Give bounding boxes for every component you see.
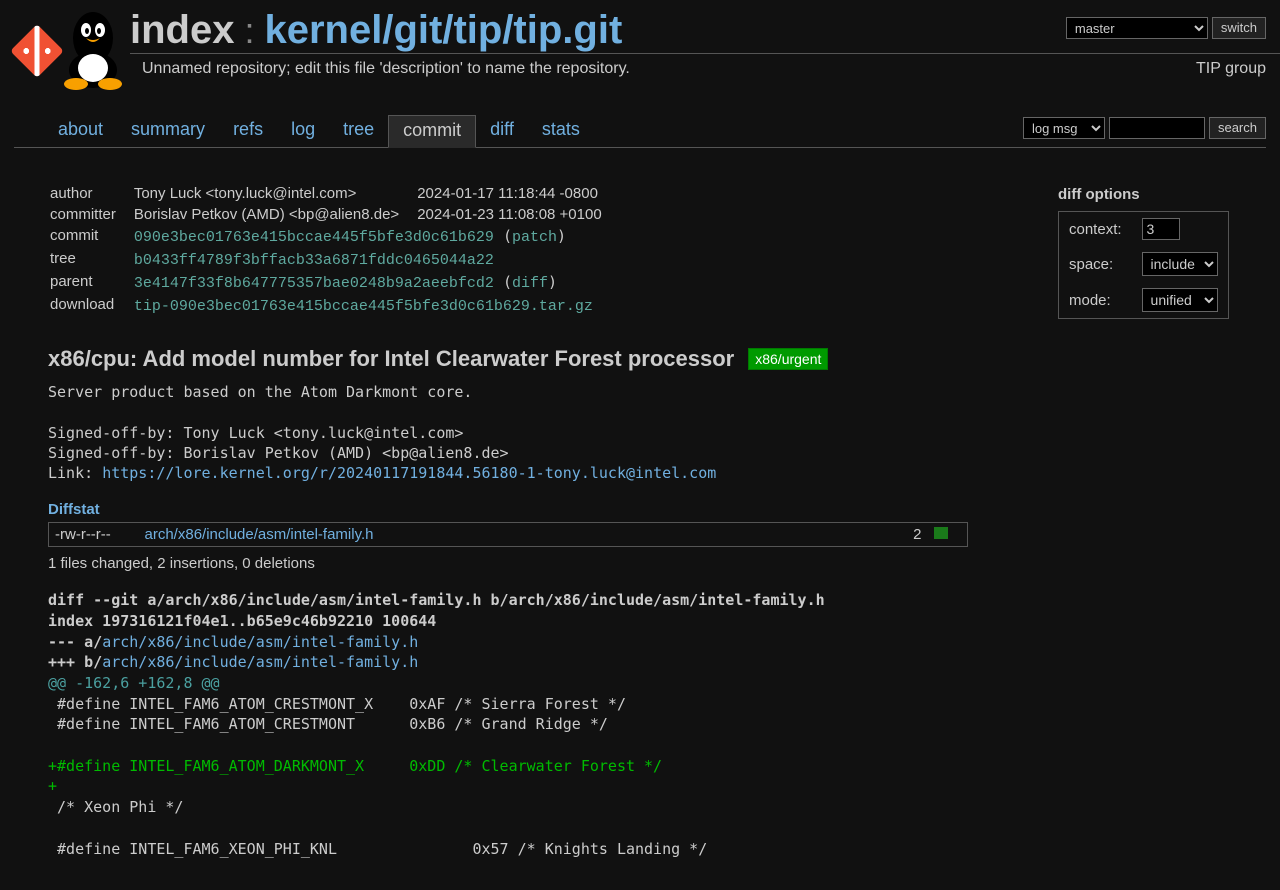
site-logo[interactable]	[18, 8, 130, 90]
diffstat-mode: -rw-r--r--	[49, 523, 139, 547]
repo-description: Unnamed repository; edit this file 'desc…	[142, 60, 630, 78]
tab-refs[interactable]: refs	[219, 115, 277, 146]
tux-icon	[58, 8, 128, 90]
diffstat-file-link[interactable]: arch/x86/include/asm/intel-family.h	[145, 526, 374, 543]
index-link[interactable]: index	[130, 8, 234, 53]
parent-diff-link[interactable]: diff	[512, 275, 548, 292]
switch-button[interactable]: switch	[1212, 17, 1266, 39]
mode-select[interactable]: unified	[1142, 288, 1218, 312]
git-icon	[10, 24, 64, 78]
search-input[interactable]	[1109, 117, 1205, 139]
diffstat-bar-icon	[934, 527, 948, 539]
committer-value: Borislav Petkov (AMD) <bp@alien8.de>	[134, 205, 415, 224]
context-input[interactable]	[1142, 218, 1180, 240]
lore-link[interactable]: https://lore.kernel.org/r/20240117191844…	[102, 464, 716, 482]
tree-label: tree	[50, 249, 132, 270]
committer-label: committer	[50, 205, 132, 224]
tree-hash-link[interactable]: b0433ff4789f3bffacb33a6871fddc0465044a22	[134, 252, 494, 269]
parent-hash-link[interactable]: 3e4147f33f8b647775357bae0248b9a2aeebfcd2	[134, 275, 494, 292]
commit-hash-link[interactable]: 090e3bec01763e415bccae445f5bfe3d0c61b629	[134, 229, 494, 246]
tab-summary[interactable]: summary	[117, 115, 219, 146]
context-label: context:	[1059, 212, 1132, 247]
diff-body: diff --git a/arch/x86/include/asm/intel-…	[48, 590, 1028, 859]
search-button[interactable]: search	[1209, 117, 1266, 139]
diff-file-a-link[interactable]: arch/x86/include/asm/intel-family.h	[102, 633, 418, 651]
parent-label: parent	[50, 272, 132, 293]
download-link[interactable]: tip-090e3bec01763e415bccae445f5bfe3d0c61…	[134, 298, 593, 315]
patch-link[interactable]: patch	[512, 229, 557, 246]
mode-label: mode:	[1059, 282, 1132, 319]
tab-log[interactable]: log	[277, 115, 329, 146]
tab-diff[interactable]: diff	[476, 115, 528, 146]
diff-options-panel: context: space: include mode: unified	[1058, 211, 1229, 319]
tab-commit[interactable]: commit	[388, 115, 476, 148]
author-date: 2024-01-17 11:18:44 -0800	[417, 184, 617, 203]
commit-message: Server product based on the Atom Darkmon…	[48, 382, 1028, 483]
commit-label: commit	[50, 226, 132, 247]
search-type-select[interactable]: log msg	[1023, 117, 1105, 139]
repo-link[interactable]: kernel/git/tip/tip.git	[265, 8, 623, 53]
committer-date: 2024-01-23 11:08:08 +0100	[417, 205, 617, 224]
commit-tag[interactable]: x86/urgent	[748, 348, 828, 370]
tab-tree[interactable]: tree	[329, 115, 388, 146]
author-value: Tony Luck <tony.luck@intel.com>	[134, 184, 415, 203]
diffstat-count: 2	[907, 523, 927, 547]
space-select[interactable]: include	[1142, 252, 1218, 276]
title-separator: :	[244, 10, 254, 52]
author-label: author	[50, 184, 132, 203]
branch-select[interactable]: master	[1066, 17, 1208, 39]
diff-file-b-link[interactable]: arch/x86/include/asm/intel-family.h	[102, 653, 418, 671]
commit-meta-table: author Tony Luck <tony.luck@intel.com> 2…	[48, 182, 620, 318]
diffstat-heading[interactable]: Diffstat	[48, 501, 1028, 518]
diffstat-table: -rw-r--r-- arch/x86/include/asm/intel-fa…	[48, 522, 968, 547]
diff-options-title: diff options	[1058, 186, 1248, 203]
diffstat-summary: 1 files changed, 2 insertions, 0 deletio…	[48, 555, 1028, 572]
space-label: space:	[1059, 246, 1132, 282]
download-label: download	[50, 295, 132, 316]
tab-stats[interactable]: stats	[528, 115, 594, 146]
tab-about[interactable]: about	[44, 115, 117, 146]
commit-title: x86/cpu: Add model number for Intel Clea…	[48, 346, 734, 372]
owner-label: TIP group	[1196, 60, 1266, 78]
